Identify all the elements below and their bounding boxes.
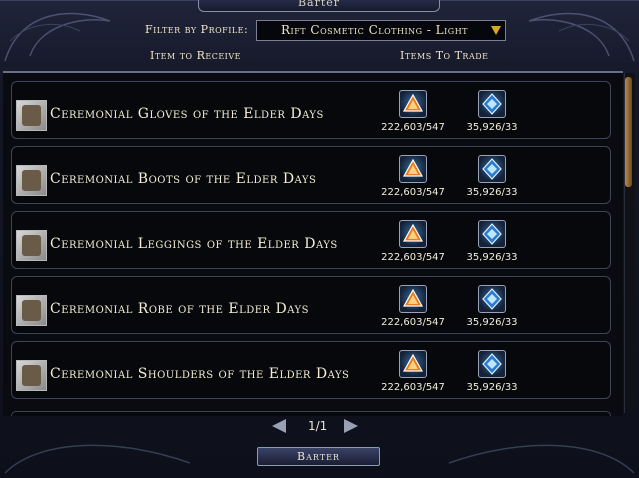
trade-qty-2: 35,926/33 <box>466 122 518 133</box>
item-name: Ceremonial Shoulders of the Elder Days <box>50 366 350 382</box>
scrollbar-thumb[interactable] <box>625 77 632 187</box>
leggings-icon[interactable] <box>16 230 47 261</box>
trade-qty-2: 35,926/33 <box>466 317 518 328</box>
trade-qty-1: 222,603/547 <box>381 187 445 198</box>
window-title: Barter <box>198 0 440 12</box>
item-name: Ceremonial Robe of the Elder Days <box>50 301 310 317</box>
barter-row[interactable]: Ceremonial Robe of the Elder Days 222,603… <box>11 276 611 334</box>
shoulders-icon[interactable] <box>16 360 47 391</box>
barter-row[interactable]: Ceremonial Boots of the Elder Days 222,60… <box>11 146 611 204</box>
barter-button[interactable]: Barter <box>257 447 380 466</box>
prev-page-button[interactable] <box>272 419 286 433</box>
column-header-trade: Items To Trade <box>400 49 489 62</box>
trade-qty-2: 35,926/33 <box>466 252 518 263</box>
ornament-left <box>4 12 111 62</box>
boots-icon[interactable] <box>16 165 47 196</box>
item-name: Ceremonial Gloves of the Elder Days <box>50 106 324 122</box>
item-name: Ceremonial Leggings of the Elder Days <box>50 236 338 252</box>
item-name: Ceremonial Boots of the Elder Days <box>50 171 317 187</box>
ornament-bottom-left <box>4 444 191 474</box>
barter-row[interactable]: Ceremonial Gloves of the Elder Days 222,6… <box>11 81 611 139</box>
trade-qty-2: 35,926/33 <box>466 187 518 198</box>
trade-qty-1: 222,603/547 <box>381 252 445 263</box>
item-icon-art <box>22 170 41 191</box>
page-indicator: 1/1 <box>308 419 328 433</box>
trade-qty-1: 222,603/547 <box>381 317 445 328</box>
trade-qty-2: 35,926/33 <box>466 382 518 393</box>
filter-profile-dropdown[interactable]: Rift Cosmetic Clothing - Light <box>256 20 506 41</box>
barter-list: Ceremonial Gloves of the Elder Days 222,6… <box>3 71 623 416</box>
orange-triangle-token-icon[interactable] <box>399 285 427 313</box>
barter-window: Barter Filter by Profile: Rift Cosmetic … <box>0 0 639 478</box>
blue-diamond-token-icon[interactable] <box>478 90 506 118</box>
column-header-receive: Item to Receive <box>150 49 241 62</box>
item-icon-art <box>22 235 41 256</box>
partial-row <box>11 411 611 416</box>
orange-triangle-token-icon[interactable] <box>399 155 427 183</box>
filter-label: Filter by Profile: <box>145 23 249 36</box>
blue-diamond-token-icon[interactable] <box>478 285 506 313</box>
orange-triangle-token-icon[interactable] <box>399 220 427 248</box>
gloves-icon[interactable] <box>16 100 47 131</box>
blue-diamond-token-icon[interactable] <box>478 220 506 248</box>
robe-icon[interactable] <box>16 295 47 326</box>
orange-triangle-token-icon[interactable] <box>399 90 427 118</box>
next-page-button[interactable] <box>344 419 358 433</box>
orange-triangle-token-icon[interactable] <box>399 350 427 378</box>
barter-row[interactable]: Ceremonial Shoulders of the Elder Days 22… <box>11 341 611 399</box>
blue-diamond-token-icon[interactable] <box>478 155 506 183</box>
ornament-bottom-right <box>448 444 635 474</box>
item-icon-art <box>22 300 41 321</box>
barter-row[interactable]: Ceremonial Leggings of the Elder Days 222… <box>11 211 611 269</box>
ornament-right <box>528 12 635 62</box>
blue-diamond-token-icon[interactable] <box>478 350 506 378</box>
filter-selected-value: Rift Cosmetic Clothing - Light <box>281 23 469 37</box>
item-icon-art <box>22 365 41 386</box>
trade-qty-1: 222,603/547 <box>381 122 445 133</box>
dropdown-arrow-icon[interactable] <box>491 26 501 35</box>
item-icon-art <box>22 105 41 126</box>
trade-qty-1: 222,603/547 <box>381 382 445 393</box>
